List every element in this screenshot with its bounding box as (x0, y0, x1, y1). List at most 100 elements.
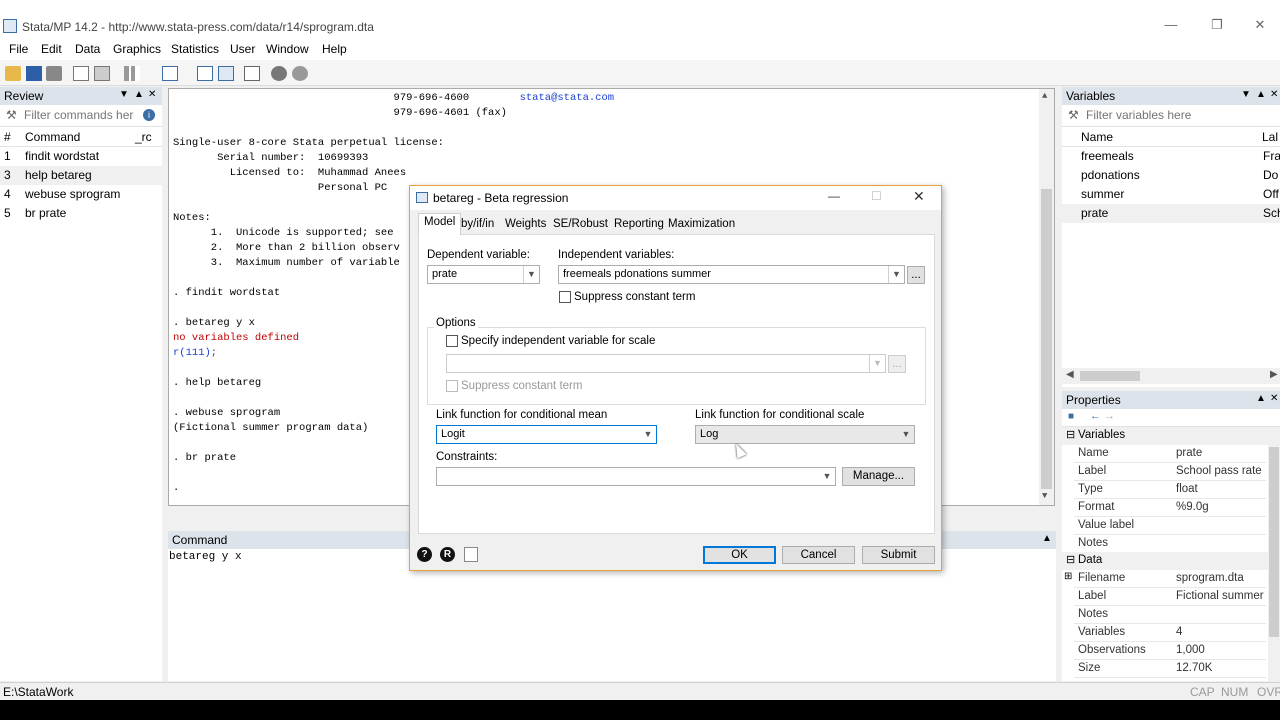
menu-statistics[interactable]: Statistics (171, 42, 219, 56)
menu-graphics[interactable]: Graphics (113, 42, 161, 56)
chevron-down-icon[interactable]: ▼ (819, 468, 835, 485)
results-scrollbar[interactable]: ▲ ▼ (1039, 89, 1054, 505)
info-icon[interactable]: i (143, 109, 155, 121)
col-rc[interactable]: _rc (135, 130, 152, 144)
back-icon[interactable]: ← (1090, 410, 1101, 422)
property-row[interactable]: Variables 4 (1074, 624, 1266, 642)
scroll-thumb[interactable] (1269, 447, 1279, 637)
graph-icon[interactable] (124, 66, 140, 81)
manage-button[interactable]: Manage... (842, 467, 915, 486)
variables-hscrollbar[interactable]: ◀ ▶ (1062, 368, 1280, 384)
collapse-icon[interactable]: ⊟ (1066, 553, 1075, 566)
tab-se-robust[interactable]: SE/Robust (548, 216, 613, 235)
filter-icon[interactable]: ▼ (119, 89, 129, 100)
copy-command-icon[interactable] (464, 547, 478, 562)
log-icon[interactable] (73, 66, 89, 81)
reset-icon[interactable]: R (440, 547, 455, 562)
review-row[interactable]: 1 findit wordstat (0, 147, 162, 166)
menu-edit[interactable]: Edit (41, 42, 62, 56)
command-input[interactable]: betareg y x (169, 551, 242, 563)
save-icon[interactable] (26, 66, 42, 81)
menu-help[interactable]: Help (322, 42, 347, 56)
property-row[interactable]: Size 12.70K (1074, 660, 1266, 678)
pin-icon[interactable]: ▲ (1256, 393, 1266, 404)
constraints-combo[interactable]: ▼ (436, 467, 836, 486)
tab-model[interactable]: Model (418, 213, 462, 235)
col-command[interactable]: Command (25, 130, 80, 144)
filter-icon[interactable]: ▼ (1241, 89, 1251, 100)
wrench-icon[interactable]: ⚒ (6, 108, 17, 122)
property-row[interactable]: Notes (1074, 606, 1266, 624)
review-row[interactable]: 4 webuse sprogram (0, 185, 162, 204)
chevron-down-icon[interactable]: ▼ (523, 266, 539, 283)
close-icon[interactable]: ✕ (1245, 17, 1275, 35)
suppress-constant-scale-checkbox[interactable] (446, 380, 458, 392)
viewer-icon[interactable] (94, 66, 110, 81)
scroll-thumb[interactable] (1041, 189, 1052, 489)
variable-row[interactable]: freemeals Fra (1062, 147, 1280, 166)
col-name[interactable]: Name (1081, 130, 1113, 144)
property-row[interactable]: Value label (1074, 517, 1266, 535)
menu-window[interactable]: Window (266, 42, 309, 56)
ok-button[interactable]: OK (703, 546, 776, 564)
col-num[interactable]: # (4, 130, 11, 144)
break-icon[interactable] (292, 66, 308, 81)
lock-icon[interactable]: ■ (1068, 411, 1074, 422)
variable-row[interactable]: summer Off (1062, 185, 1280, 204)
chevron-down-icon[interactable]: ▼ (640, 426, 656, 443)
property-row[interactable]: Observations 1,000 (1074, 642, 1266, 660)
menu-file[interactable]: File (9, 42, 28, 56)
chevron-down-icon[interactable]: ▼ (888, 266, 904, 283)
expand-icon[interactable]: ⊞ (1064, 571, 1072, 582)
wrench-icon[interactable]: ⚒ (1068, 108, 1079, 122)
restore-icon[interactable]: ❐ (1202, 17, 1232, 35)
link-mean-select[interactable]: Logit ▼ (436, 425, 657, 444)
do-file-editor-icon[interactable] (162, 66, 178, 81)
close-panel-icon[interactable]: ✕ (148, 89, 156, 100)
col-label[interactable]: Lal (1262, 130, 1278, 144)
suppress-constant-checkbox[interactable] (559, 291, 571, 303)
pin-icon[interactable]: ▲ (1042, 533, 1052, 544)
help-icon[interactable]: ? (417, 547, 432, 562)
more-icon[interactable] (271, 66, 287, 81)
properties-section-variables[interactable]: ⊟ Variables (1062, 427, 1268, 445)
scale-variables-combo[interactable]: ▼ (446, 354, 886, 373)
tab-by-if-in[interactable]: by/if/in (456, 216, 499, 235)
property-row[interactable]: Label Fictional summer (1074, 588, 1266, 606)
chevron-down-icon[interactable]: ▼ (869, 355, 885, 372)
minimize-icon[interactable]: — (1156, 17, 1186, 35)
chevron-down-icon[interactable]: ▼ (898, 426, 914, 443)
review-row[interactable]: 3 help betareg (0, 166, 162, 185)
varlist-ellipsis-button[interactable]: ... (907, 266, 925, 284)
pin-icon[interactable]: ▲ (134, 89, 144, 100)
scroll-right-icon[interactable]: ▶ (1270, 369, 1278, 380)
pin-icon[interactable]: ▲ (1256, 89, 1266, 100)
forward-icon[interactable]: → (1104, 410, 1115, 422)
menu-user[interactable]: User (230, 42, 255, 56)
properties-scrollbar[interactable] (1268, 427, 1280, 681)
properties-section-data[interactable]: ⊟ Data (1062, 552, 1268, 570)
property-row[interactable]: Format %9.0g (1074, 499, 1266, 517)
scroll-up-icon[interactable]: ▲ (1042, 91, 1047, 101)
scroll-down-icon[interactable]: ▼ (1042, 491, 1047, 501)
open-icon[interactable] (5, 66, 21, 81)
print-icon[interactable] (46, 66, 62, 81)
property-row[interactable]: Type float (1074, 481, 1266, 499)
variable-row[interactable]: pdonations Do (1062, 166, 1280, 185)
menu-data[interactable]: Data (75, 42, 100, 56)
cancel-button[interactable]: Cancel (782, 546, 855, 564)
data-editor-edit-icon[interactable] (197, 66, 213, 81)
property-row[interactable]: ⊞ Filename sprogram.dta (1064, 570, 1266, 588)
close-panel-icon[interactable]: ✕ (1270, 393, 1278, 404)
independent-variables-combo[interactable]: freemeals pdonations summer ▼ (558, 265, 905, 284)
property-row[interactable]: Name prate (1074, 445, 1266, 463)
collapse-icon[interactable]: ⊟ (1066, 428, 1075, 441)
close-icon[interactable]: ✕ (913, 188, 925, 205)
email-link[interactable]: stata@stata.com (520, 92, 615, 104)
link-scale-select[interactable]: Log ▼ (695, 425, 915, 444)
property-row[interactable]: Label School pass rate (1074, 463, 1266, 481)
review-row[interactable]: 5 br prate (0, 204, 162, 223)
scale-ellipsis-button[interactable]: ... (888, 355, 906, 373)
hscroll-thumb[interactable] (1080, 371, 1140, 381)
review-filter-input[interactable] (24, 108, 134, 122)
